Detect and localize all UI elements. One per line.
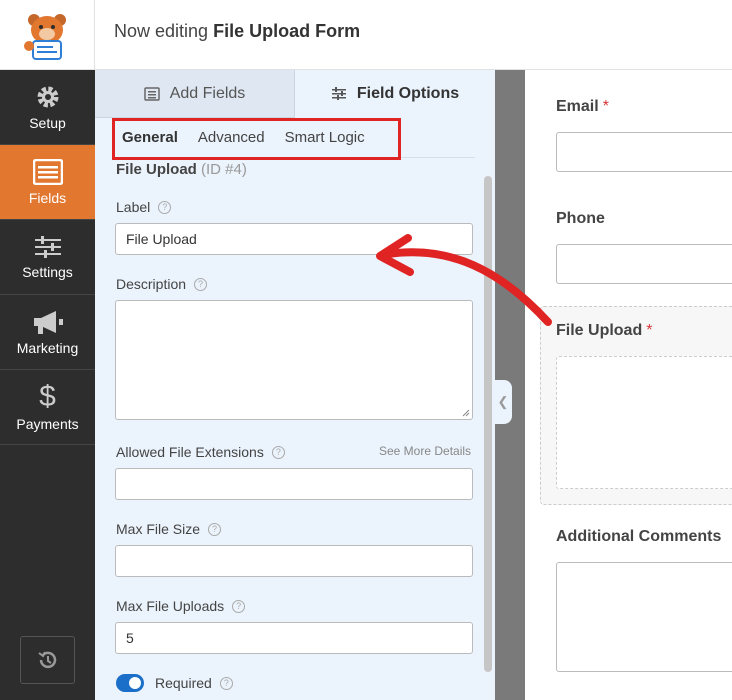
help-icon[interactable]: ? (219, 676, 233, 690)
help-icon[interactable]: ? (271, 445, 285, 459)
nav-settings[interactable]: Settings (0, 220, 95, 295)
description-field-label: Description ? (116, 276, 208, 292)
preview-phone-label: Phone (556, 210, 605, 228)
nav-label: Setup (29, 114, 66, 131)
max-uploads-input[interactable]: 5 (115, 622, 473, 654)
description-textarea[interactable] (115, 300, 473, 420)
preview-upload-dropzone[interactable] (556, 356, 732, 489)
required-toggle[interactable] (116, 674, 144, 692)
sliders-icon (331, 87, 346, 100)
label-text: Description (116, 276, 187, 292)
see-more-details-link[interactable]: See More Details (379, 444, 471, 458)
nav-label: Marketing (16, 339, 79, 356)
label-field-label: Label ? (116, 199, 172, 215)
nav-label: Settings (22, 263, 73, 280)
help-icon[interactable]: ? (194, 277, 208, 291)
list-icon (32, 158, 63, 185)
nav-label: Fields (28, 189, 67, 206)
tab-label: Field Options (356, 85, 460, 102)
left-sidebar: Setup Fields Settings Marketing $ Paymen… (0, 70, 95, 700)
revisions-button[interactable] (20, 636, 75, 684)
label-text: Max File Uploads (116, 598, 225, 614)
required-asterisk: * (602, 98, 609, 115)
collapse-panel-button[interactable]: ❮ (494, 380, 512, 424)
nav-fields[interactable]: Fields (0, 145, 95, 220)
preview-upload-label: File Upload * (556, 322, 652, 340)
top-header: Now editing File Upload Form (0, 0, 732, 70)
field-title: File Upload (116, 161, 197, 178)
panel-scrollbar[interactable] (484, 176, 492, 672)
resize-handle-icon[interactable] (462, 409, 470, 417)
required-asterisk: * (646, 322, 653, 339)
nav-marketing[interactable]: Marketing (0, 295, 95, 370)
extensions-input[interactable] (115, 468, 473, 500)
page-title: Now editing File Upload Form (114, 21, 360, 42)
help-icon[interactable]: ? (208, 522, 222, 536)
help-icon[interactable]: ? (158, 200, 172, 214)
required-label: Required ? (155, 675, 233, 691)
form-name: File Upload Form (213, 21, 361, 41)
tab-field-options[interactable]: Field Options (295, 70, 495, 118)
max-uploads-field-label: Max File Uploads ? (116, 598, 246, 614)
nav-setup[interactable]: Setup (0, 70, 95, 145)
wpforms-logo (0, 0, 95, 70)
history-icon (37, 651, 56, 669)
preview-phone-input[interactable] (556, 244, 732, 284)
label-text: Max File Size (116, 521, 201, 537)
preview-email-label: Email * (556, 98, 609, 116)
sliders-icon (34, 235, 61, 258)
form-list-icon (143, 86, 160, 101)
chevron-left-icon: ❮ (497, 394, 509, 409)
label-text: Phone (556, 210, 605, 227)
max-size-field-label: Max File Size ? (116, 521, 222, 537)
dollar-icon: $ (39, 380, 56, 413)
nav-payments[interactable]: $ Payments (0, 370, 95, 445)
max-size-input[interactable] (115, 545, 473, 577)
label-text: File Upload (556, 322, 643, 339)
panel-tabs: Add Fields Field Options (95, 70, 495, 118)
label-text: Allowed File Extensions (116, 444, 264, 460)
title-prefix: Now editing (114, 21, 209, 41)
label-text: Label (116, 199, 151, 215)
tab-add-fields[interactable]: Add Fields (95, 70, 295, 118)
gear-icon (37, 86, 58, 107)
extensions-field-label: Allowed File Extensions ? (116, 444, 285, 460)
label-text: Required (155, 675, 212, 691)
field-id: (ID #4) (201, 161, 247, 178)
label-input[interactable]: File Upload (115, 223, 473, 255)
bear-logo-icon (24, 14, 66, 60)
label-text: Additional Comments (556, 528, 722, 545)
nav-label: Payments (16, 416, 79, 432)
preview-email-input[interactable] (556, 132, 732, 172)
preview-comments-label: Additional Comments (556, 528, 721, 546)
label-text: Email (556, 98, 599, 115)
help-icon[interactable]: ? (232, 599, 246, 613)
subtabs-highlight-box (112, 118, 401, 160)
preview-comments-textarea[interactable] (556, 562, 732, 672)
field-heading: File Upload (ID #4) (116, 161, 247, 178)
megaphone-icon (33, 310, 63, 334)
tab-label: Add Fields (169, 84, 246, 102)
